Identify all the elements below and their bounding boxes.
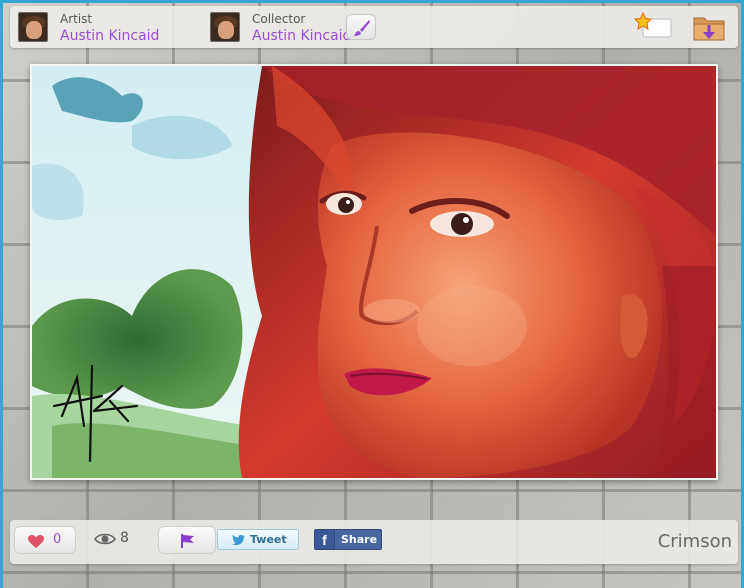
download-folder-button[interactable] [692, 12, 726, 44]
tweet-button[interactable]: Tweet [217, 529, 299, 550]
portrait-painting [32, 66, 716, 478]
artist-avatar[interactable] [18, 12, 48, 42]
collector-role-label: Collector [252, 12, 306, 26]
collector-name-link[interactable]: Austin Kincaid [252, 28, 351, 44]
twitter-bird-icon [232, 534, 245, 546]
like-button[interactable]: 0 [14, 526, 76, 554]
artwork-title: Crimson [657, 531, 732, 552]
flag-button[interactable] [158, 526, 216, 554]
artist-role-label: Artist [60, 12, 93, 26]
facebook-share-button[interactable]: f Share [314, 529, 382, 550]
share-label: Share [341, 533, 378, 546]
artwork-canvas[interactable] [30, 64, 718, 480]
collector-avatar[interactable] [210, 12, 240, 42]
flag-icon [181, 534, 194, 548]
heart-icon [28, 535, 44, 548]
top-toolbar: Artist Austin Kincaid Collector Austin K… [10, 6, 738, 48]
add-favorite-button[interactable] [633, 11, 674, 42]
like-count: 0 [53, 532, 62, 547]
tweet-label: Tweet [250, 533, 287, 546]
views-count: 8 [120, 530, 129, 546]
star-favorite-icon [633, 11, 672, 38]
facebook-icon: f [315, 530, 335, 549]
eye-icon [94, 533, 116, 545]
artist-name-link[interactable]: Austin Kincaid [60, 28, 159, 44]
folder-download-icon [693, 17, 725, 41]
bottom-toolbar: 0 8 Tweet f Share Crimson [10, 520, 738, 564]
paintbrush-icon [354, 20, 370, 36]
brush-button[interactable] [346, 14, 376, 40]
